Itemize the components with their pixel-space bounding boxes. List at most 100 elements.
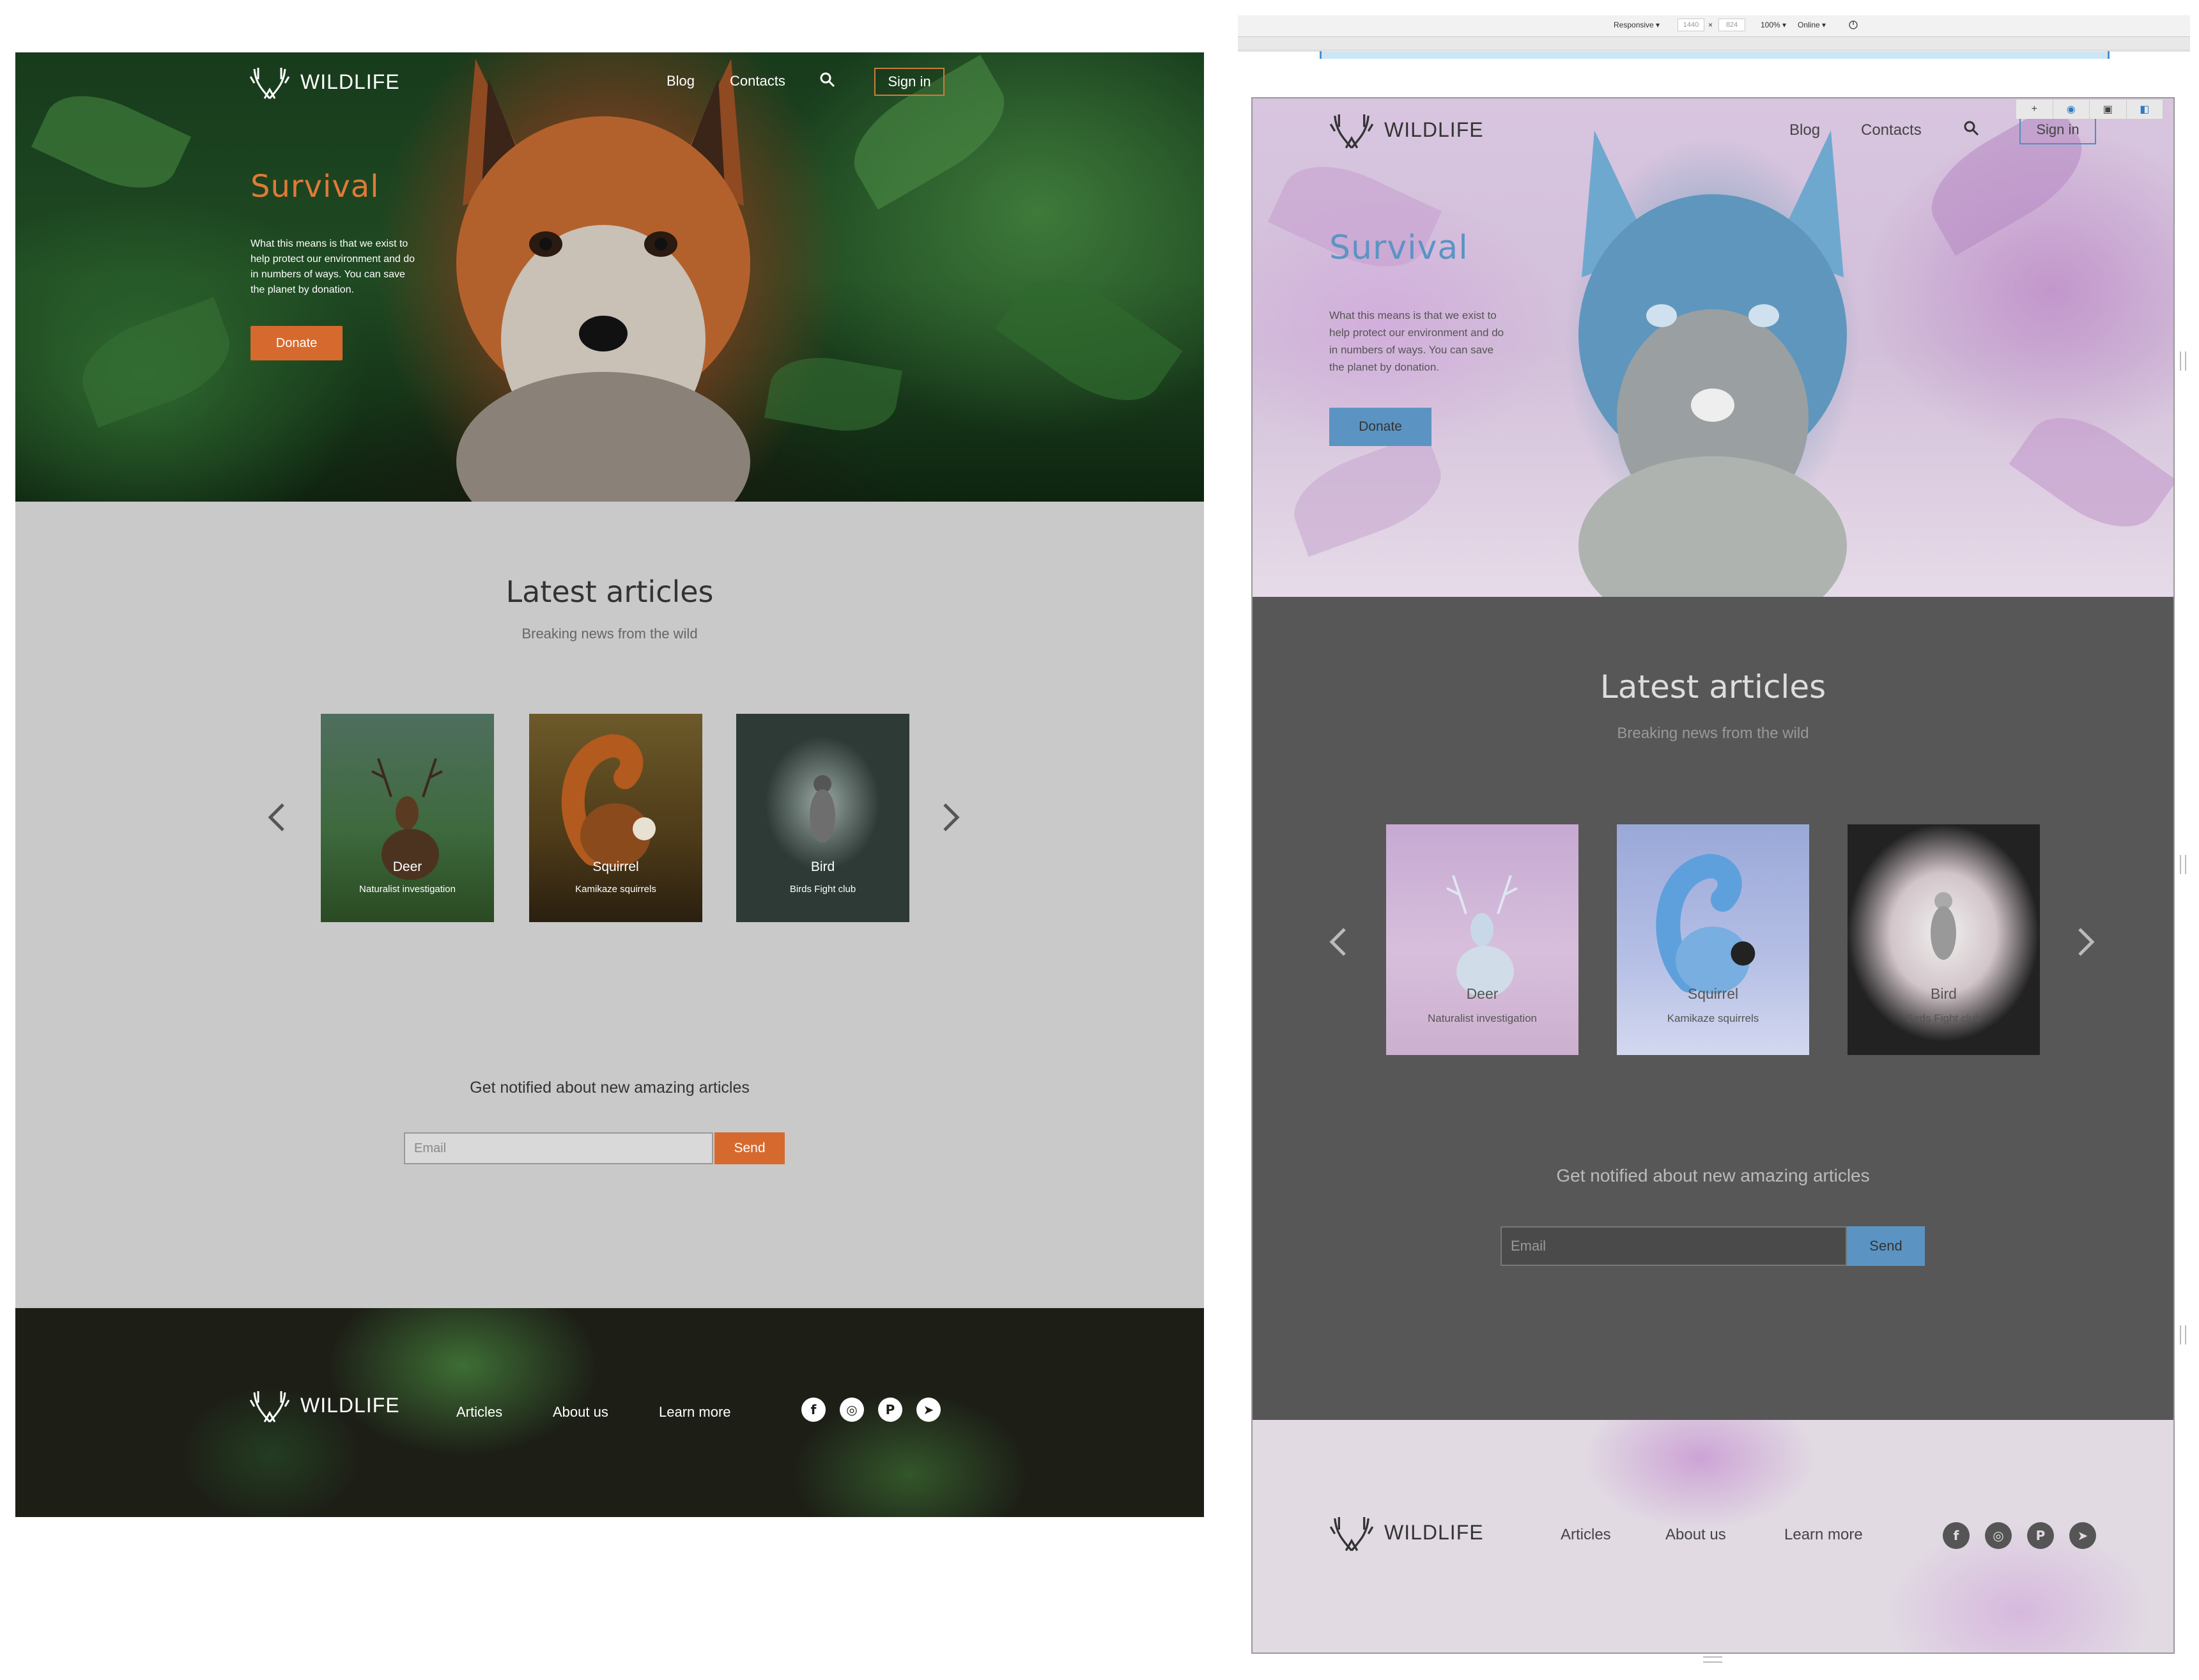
eye-icon[interactable]: ◉ [2053,100,2090,119]
footer-learn-more[interactable]: Learn more [1784,1526,1863,1544]
search-icon[interactable] [819,72,836,88]
antlers-logo-icon [1329,1516,1374,1552]
bird-image [1931,892,1956,960]
logo-text: WILDLIFE [1384,118,1484,141]
pinterest-icon[interactable]: P [2027,1522,2054,1549]
device-select[interactable]: Responsive ▾ [1614,20,1660,29]
card-title: Deer [1466,985,1499,1002]
signin-button[interactable]: Sign in [874,68,945,96]
card-subtitle: Naturalist investigation [1427,1012,1538,1024]
resize-handle-middle[interactable] [2180,855,2186,874]
logo-text: WILDLIFE [300,1393,400,1417]
antlers-logo-icon [249,68,290,99]
nav-contacts[interactable]: Contacts [1861,121,1922,139]
articles-heading: Latest articles [1600,668,1826,705]
instagram-icon[interactable]: ◎ [1985,1522,2012,1549]
email-input[interactable]: Email [1501,1226,1847,1266]
dimension-separator: × [1708,20,1713,29]
donate-button[interactable]: Donate [1329,408,1431,446]
card-subtitle: Naturalist investigation [359,884,456,895]
card-title: Squirrel [592,859,639,874]
height-input[interactable]: 824 [1718,19,1745,31]
logo[interactable]: WILDLIFE [1329,110,1484,150]
facebook-icon[interactable]: f [801,1398,826,1422]
preview-controls: + ◉ ▣ ◧ [2016,100,2163,119]
send-button[interactable]: Send [714,1132,785,1164]
fox-image [1578,130,1847,597]
nav-blog[interactable]: Blog [1789,121,1820,139]
website-preview-original: WILDLIFE Blog Contacts Sign in Survival … [15,52,1204,1517]
telegram-icon[interactable]: ➤ [2069,1522,2096,1549]
nav-contacts[interactable]: Contacts [730,73,785,89]
chevron-left-icon[interactable] [1328,927,1347,957]
card-title: Bird [810,859,835,874]
chevron-right-icon[interactable] [2077,927,2096,957]
donate-button[interactable]: Donate [251,326,343,360]
footer-about[interactable]: About us [1665,1526,1726,1544]
footer-learn-more[interactable]: Learn more [659,1404,731,1421]
antlers-logo-icon [249,1391,290,1422]
chevron-left-icon[interactable] [266,802,286,833]
antlers-logo-icon [1329,114,1374,149]
footer-articles[interactable]: Articles [456,1404,502,1421]
articles-subheading: Breaking news from the wild [1617,725,1809,742]
email-input[interactable]: Email [404,1132,713,1164]
social-links: f ◎ P ➤ [801,1398,941,1422]
lock-icon[interactable]: ▣ [2090,100,2127,119]
zoom-select[interactable]: 100% ▾ [1761,20,1786,29]
search-icon[interactable] [1963,120,1980,137]
top-nav: WILDLIFE Blog Contacts Sign in [15,52,1204,135]
resize-handle-top[interactable] [2180,351,2186,371]
logo-text: WILDLIFE [300,70,400,93]
footer: WILDLIFE Articles About us Learn more f … [15,1308,1204,1517]
article-card-deer[interactable]: Deer Naturalist investigation [321,714,494,922]
hero-title: Survival [251,169,380,204]
card-title: Deer [392,859,422,874]
add-icon[interactable]: + [2016,100,2053,119]
resize-handle-bottom[interactable] [2180,1325,2186,1345]
nav-blog[interactable]: Blog [667,73,695,89]
hero-section: WILDLIFE Blog Contacts Sign in Survival … [15,52,1204,502]
rotate-icon[interactable] [1848,20,1858,30]
card-subtitle: Kamikaze squirrels [1667,1012,1759,1024]
pinterest-icon[interactable]: P [878,1398,902,1422]
deer-image [1446,875,1518,997]
card-subtitle: Birds Fight club [789,884,856,895]
hero-text: What this means is that we exist to help… [251,238,415,295]
footer-logo[interactable]: WILDLIFE [249,1387,400,1423]
viewport-ruler[interactable] [1320,51,2110,59]
card-subtitle: Kamikaze squirrels [575,884,656,895]
newsletter-heading: Get notified about new amazing articles [1556,1166,1870,1185]
article-card-deer[interactable]: Deer Naturalist investigation [1386,824,1578,1055]
hero-title: Survival [1329,229,1469,267]
newsletter-heading: Get notified about new amazing articles [470,1079,750,1097]
media-query-ruler[interactable] [1238,36,2190,50]
telegram-icon[interactable]: ➤ [916,1398,941,1422]
chevron-right-icon[interactable] [942,802,961,833]
dock-icon[interactable]: ◧ [2127,100,2163,119]
send-button[interactable]: Send [1847,1226,1925,1266]
website-preview-inverted: WILDLIFE Blog Contacts Sign in Survival … [1251,97,2175,1654]
throttle-select[interactable]: Online ▾ [1798,20,1826,29]
facebook-icon[interactable]: f [1943,1522,1970,1549]
squirrel-image [561,734,656,867]
social-links: f ◎ P ➤ [1943,1522,2096,1549]
width-input[interactable]: 1440 [1678,19,1704,31]
article-card-bird[interactable]: Bird Birds Fight club [1848,824,2040,1055]
card-title: Bird [1931,985,1957,1002]
footer-articles[interactable]: Articles [1561,1526,1611,1544]
resize-handle-horizontal[interactable] [1703,1656,1722,1663]
logo-text: WILDLIFE [1384,1520,1484,1544]
article-card-bird[interactable]: Bird Birds Fight club [736,714,909,922]
logo[interactable]: WILDLIFE [249,64,400,100]
card-title: Squirrel [1687,985,1739,1002]
footer-about[interactable]: About us [553,1404,608,1421]
hero-section: WILDLIFE Blog Contacts Sign in Survival … [1253,98,2173,597]
bird-image [810,775,835,843]
instagram-icon[interactable]: ◎ [840,1398,864,1422]
article-card-squirrel[interactable]: Squirrel Kamikaze squirrels [1617,824,1809,1055]
footer-logo[interactable]: WILDLIFE [1329,1513,1484,1552]
footer: WILDLIFE Articles About us Learn more f … [1253,1420,2173,1653]
signin-button[interactable]: Sign in [2019,115,2096,144]
article-card-squirrel[interactable]: Squirrel Kamikaze squirrels [529,714,702,922]
